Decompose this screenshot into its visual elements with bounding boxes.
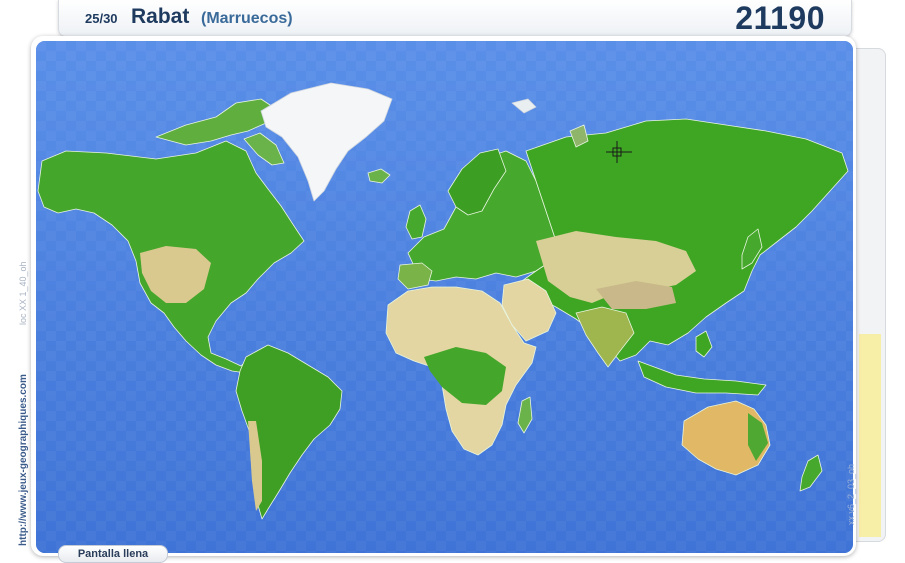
- target-country: (Marruecos): [201, 10, 293, 27]
- map-code: xx v6_2_03_oh: [846, 463, 856, 525]
- score: 21190: [735, 0, 825, 36]
- loc-code: loc XX 1_40_oh: [18, 261, 28, 325]
- target-city: Rabat: [131, 5, 190, 28]
- timer-bar: [859, 334, 881, 537]
- world-map[interactable]: [36, 41, 853, 553]
- fullscreen-button[interactable]: Pantalla llena: [58, 545, 168, 563]
- question-bar: 25/30 Rabat (Marruecos) 21190: [58, 0, 852, 37]
- site-url: http://www.jeux-geographiques.com: [18, 374, 29, 546]
- timer-panel: [852, 48, 886, 542]
- question-progress: 25/30: [85, 11, 118, 26]
